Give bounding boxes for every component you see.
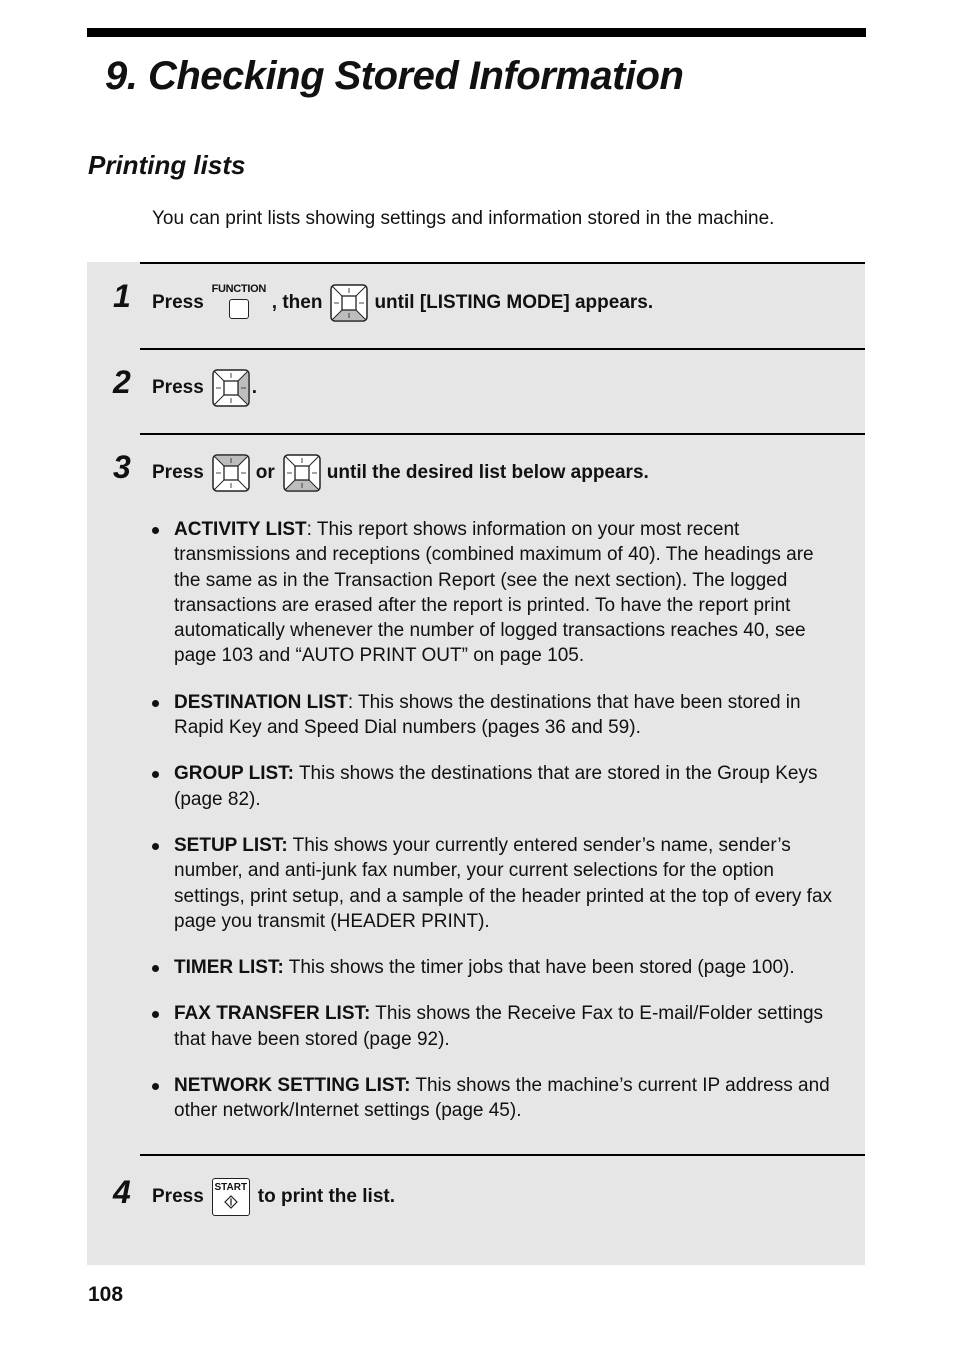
step-text-part: to print the list. [257, 1186, 395, 1207]
list-item-group: GROUP LIST: This shows the destinations … [152, 761, 842, 812]
step-instruction: Press . [152, 369, 257, 407]
start-diamond-icon [223, 1195, 238, 1209]
chapter-title: 9. Checking Stored Information [105, 54, 684, 98]
nav-key-glyph [212, 369, 250, 407]
bullet-dot [152, 1011, 159, 1019]
function-key-label: FUNCTION [211, 283, 267, 295]
bullet-dot [152, 771, 159, 779]
bullet-dot [152, 1083, 159, 1091]
list-item-timer: TIMER LIST: This shows the timer jobs th… [152, 955, 842, 980]
step-4: 4 Press START to print the list. [87, 1154, 865, 1265]
list-term: GROUP LIST: [174, 763, 294, 785]
list-term: SETUP LIST: [174, 834, 288, 856]
step-text-part: Press [152, 292, 204, 313]
list-description: This report shows information on your mo… [174, 519, 814, 667]
page-number: 108 [88, 1283, 124, 1306]
list-term: ACTIVITY LIST [174, 519, 307, 540]
list-item-network-setting: NETWORK SETTING LIST: This shows the mac… [152, 1073, 842, 1124]
step-1: 1 Press FUNCTION , then until [LISTING M… [87, 262, 865, 348]
list-term: FAX TRANSFER LIST: [174, 1003, 371, 1025]
bullet-dot [152, 965, 159, 973]
list-item-activity: ACTIVITY LIST: This report shows informa… [152, 517, 842, 669]
list-item-setup: SETUP LIST: This shows your currently en… [152, 833, 842, 934]
step-text-part: until the desired list below appears. [326, 462, 649, 483]
nav-key-glyph [212, 454, 250, 492]
list-description: This shows the timer jobs that have been… [288, 957, 795, 979]
start-key-label: START [214, 1182, 248, 1193]
step-number: 3 [113, 449, 131, 485]
bullet-dot [152, 699, 159, 707]
function-key-box [228, 299, 249, 319]
step-text-part: . [251, 377, 258, 398]
start-key-icon: START [211, 1178, 250, 1216]
step-number: 2 [113, 364, 131, 400]
step-2: 2 Press . [87, 348, 865, 433]
list-term: DESTINATION LIST [174, 691, 348, 713]
step-instruction: Press FUNCTION , then until [LISTING MOD… [152, 283, 653, 323]
step-instruction: Press START to print the list. [152, 1178, 395, 1216]
step-text-part: Press [152, 462, 204, 483]
step-instruction: Press or until the desired list below ap… [152, 454, 649, 492]
list-term: NETWORK SETTING LIST: [174, 1075, 411, 1097]
section-title: Printing lists [88, 150, 246, 180]
step-number: 4 [113, 1174, 131, 1210]
step-text-part: Press [152, 377, 204, 398]
top-rule [87, 28, 866, 37]
bullet-dot [152, 842, 159, 850]
intro-text: You can print lists showing settings and… [152, 208, 775, 229]
step-number: 1 [113, 278, 131, 314]
list-item-destination: DESTINATION LIST: This shows the destina… [152, 690, 842, 741]
nav-key-glyph [283, 454, 321, 492]
bullet-dot [152, 527, 159, 534]
list-term: TIMER LIST: [174, 957, 284, 979]
steps-panel: 1 Press FUNCTION , then until [LISTING M… [87, 262, 865, 1265]
nav-key-down-icon [283, 454, 321, 492]
nav-key-glyph [330, 284, 369, 322]
list-separator: : [306, 519, 317, 540]
step-text-part: , then [271, 292, 323, 313]
nav-key-up-icon [212, 454, 250, 492]
nav-key-right-icon [212, 369, 250, 407]
list-types: ACTIVITY LIST: This report shows informa… [152, 517, 842, 1145]
function-key-icon: FUNCTION [210, 283, 268, 323]
nav-key-down-icon [330, 284, 369, 322]
step-text-part: or [255, 462, 275, 483]
step-text-part: until [LISTING MODE] appears. [374, 292, 654, 313]
list-separator: : [347, 691, 359, 713]
step-text-part: Press [152, 1186, 204, 1207]
list-item-fax-transfer: FAX TRANSFER LIST: This shows the Receiv… [152, 1001, 842, 1052]
